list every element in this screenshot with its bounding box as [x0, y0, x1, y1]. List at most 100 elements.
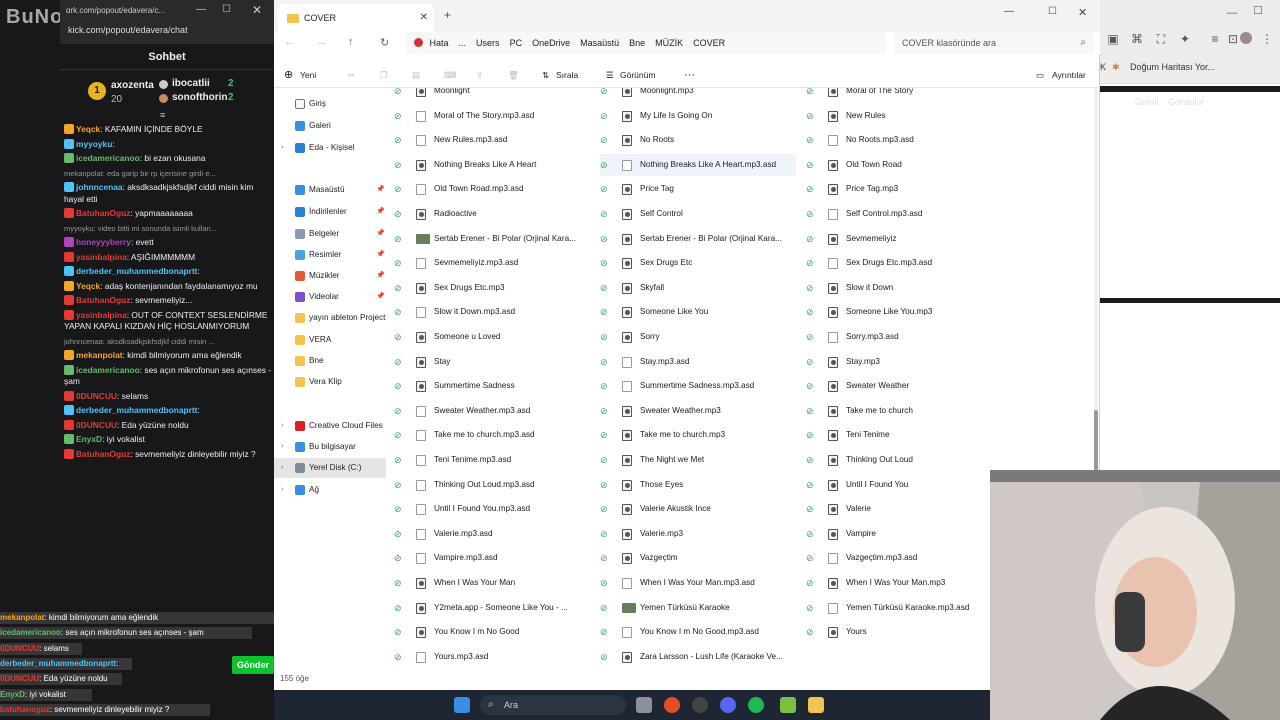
puzzle-icon[interactable]: ✦: [1178, 32, 1192, 46]
breadcrumb-item[interactable]: Masaüstü: [580, 38, 619, 48]
file-item[interactable]: ⊘ Valerie.mp3: [600, 523, 796, 545]
images-link[interactable]: Görseller: [1168, 97, 1205, 107]
close-tab-icon[interactable]: ✕: [420, 4, 428, 32]
file-item[interactable]: ⊘ Sorry: [600, 326, 796, 348]
file-item[interactable]: ⊘ Summertime Sadness.mp3.asd: [600, 375, 796, 397]
send-button[interactable]: Gönder: [232, 656, 274, 674]
task-view-icon[interactable]: [636, 697, 652, 713]
chat-username[interactable]: 0DUNCUU: [76, 420, 117, 430]
chat-username[interactable]: derbeder_muhammedbonaprtt: [76, 266, 197, 276]
nav-item[interactable]: › Yerel Disk (C:): [274, 458, 386, 478]
file-item[interactable]: ⊘ Price Tag: [600, 178, 796, 200]
file-item[interactable]: ⊘ Slow it Down.mp3.asd: [394, 301, 590, 323]
file-item[interactable]: ⊘ Self Control.mp3.asd: [806, 203, 1002, 225]
tab-cover[interactable]: COVER ✕: [278, 4, 434, 32]
expand-arrow-icon[interactable]: ›: [281, 480, 283, 500]
breadcrumb-item[interactable]: Users: [476, 38, 500, 48]
ableton-icon[interactable]: [780, 697, 796, 713]
search-input[interactable]: COVER klasöründe ara ⌕: [894, 32, 1094, 54]
obs-icon[interactable]: [692, 697, 708, 713]
file-item[interactable]: ⊘ Vampire: [806, 523, 1002, 545]
file-item[interactable]: ⊘ Vampire.mp3.asd: [394, 547, 590, 569]
file-item[interactable]: ⊘ Slow it Down: [806, 277, 1002, 299]
more-options-button[interactable]: ···: [684, 62, 695, 88]
breadcrumb-item[interactable]: PC: [510, 38, 523, 48]
nav-item[interactable]: Masaüstü 📌: [274, 180, 386, 200]
file-item[interactable]: ⊘ When I Was Your Man: [394, 572, 590, 594]
breadcrumb-item[interactable]: ...: [459, 38, 467, 48]
pin-icon[interactable]: 📌: [376, 224, 385, 244]
copy-icon[interactable]: ❐: [380, 62, 388, 88]
rename-icon[interactable]: ⌨: [444, 62, 456, 88]
file-item[interactable]: ⊘ Yemen Türküsü Karaoke: [600, 597, 796, 619]
breadcrumb-item[interactable]: Hata: [430, 38, 449, 48]
back-icon[interactable]: ←: [284, 36, 295, 48]
file-item[interactable]: ⊘ Take me to church.mp3: [600, 424, 796, 446]
chat-username[interactable]: honeyyyberry: [76, 237, 131, 247]
pin-icon[interactable]: 📌: [376, 180, 385, 200]
chat-username[interactable]: yasinbalpina: [76, 252, 127, 262]
chat-username[interactable]: icedamericanoo: [76, 153, 140, 163]
file-item[interactable]: ⊘ Old Town Road: [806, 154, 1002, 176]
chat-username[interactable]: EnyxD: [76, 434, 102, 444]
nav-item[interactable]: › Eda - Kişisel: [274, 138, 386, 158]
expand-arrow-icon[interactable]: ›: [281, 138, 283, 158]
extension-icon[interactable]: ▣: [1106, 32, 1120, 46]
breadcrumb-item[interactable]: COVER: [693, 38, 725, 48]
file-item[interactable]: ⊘ Stay.mp3.asd: [600, 351, 796, 373]
chat-username[interactable]: 0DUNCUU: [76, 391, 117, 401]
chat-username[interactable]: derbeder_muhammedbonaprtt: [76, 405, 197, 415]
nav-item[interactable]: yayın ableton Project: [274, 308, 386, 328]
capture-icon[interactable]: ⛶: [1154, 32, 1168, 46]
expand-arrow-icon[interactable]: ›: [281, 458, 283, 478]
file-item[interactable]: ⊘ Sweater Weather.mp3.asd: [394, 400, 590, 422]
chat-username[interactable]: myyoyku: [76, 139, 112, 149]
close-icon[interactable]: ✕: [252, 3, 262, 17]
file-item[interactable]: ⊘ Stay: [394, 351, 590, 373]
nav-item[interactable]: Belgeler 📌: [274, 224, 386, 244]
menu-icon[interactable]: ⋮: [1260, 32, 1274, 46]
reply-reference[interactable]: myyoyku: video bitti mi sonunda isimli k…: [64, 224, 217, 233]
up-icon[interactable]: ↑: [348, 36, 354, 48]
file-item[interactable]: ⊘ New Rules.mp3.asd: [394, 129, 590, 151]
file-item[interactable]: ⊘ You Know I m No Good.mp3.asd: [600, 621, 796, 643]
maximize-icon[interactable]: ☐: [222, 4, 231, 15]
file-item[interactable]: ⊘ Valerie.mp3.asd: [394, 523, 590, 545]
expand-icon[interactable]: ≡: [160, 110, 165, 120]
new-tab-icon[interactable]: +: [444, 8, 451, 22]
file-item[interactable]: ⊘ Zara Larsson - Lush Life (Karaoke Ve...: [600, 646, 796, 668]
file-item[interactable]: ⊘ Yemen Türküsü Karaoke.mp3.asd: [806, 597, 1002, 619]
paste-icon[interactable]: ▤: [412, 62, 420, 88]
file-item[interactable]: ⊘ Someone Like You: [600, 301, 796, 323]
file-item[interactable]: ⊘ Take me to church: [806, 400, 1002, 422]
file-item[interactable]: ⊘ Teni Tenime: [806, 424, 1002, 446]
file-item[interactable]: ⊘ Sex Drugs Etc.mp3: [394, 277, 590, 299]
chat-username[interactable]: Yeqck: [76, 281, 100, 291]
minimize-icon[interactable]: —: [1004, 6, 1014, 17]
reply-reference[interactable]: mekanpolat: eda garip bir rp içerisine g…: [64, 169, 216, 178]
sort-icon[interactable]: ⇅: [542, 62, 549, 88]
file-item[interactable]: ⊘ Sorry.mp3.asd: [806, 326, 1002, 348]
chat-username[interactable]: Yeqck: [76, 124, 100, 134]
file-item[interactable]: ⊘ Until I Found You: [806, 474, 1002, 496]
chat-username[interactable]: yasinbalpina: [76, 310, 127, 320]
file-item[interactable]: ⊘ Sevmemeliyiz.mp3.asd: [394, 252, 590, 274]
file-item[interactable]: ⊘ Sweater Weather.mp3: [600, 400, 796, 422]
chat-username[interactable]: johnncenaa: [76, 182, 123, 192]
share-icon[interactable]: ⇪: [476, 62, 483, 88]
file-item[interactable]: ⊘ Sevmemeliyiz: [806, 228, 1002, 250]
nav-item[interactable]: Giriş: [274, 94, 386, 114]
scrollbar-thumb[interactable]: [1094, 410, 1098, 474]
minimize-icon[interactable]: —: [196, 4, 206, 15]
file-item[interactable]: ⊘ Nothing Breaks Like A Heart.mp3.asd: [600, 153, 796, 176]
file-item[interactable]: ⊘ Moonlight: [394, 88, 590, 102]
breadcrumb[interactable]: Hata... Users PC OneDrive Masaüstü Bne MÜZİK CO…: [406, 32, 886, 54]
nav-item[interactable]: Videolar 📌: [274, 287, 386, 307]
nav-item[interactable]: VERA: [274, 330, 386, 350]
file-item[interactable]: ⊘ Self Control: [600, 203, 796, 225]
file-item[interactable]: ⊘ Price Tag.mp3: [806, 178, 1002, 200]
file-item[interactable]: ⊘ Thinking Out Loud: [806, 449, 1002, 471]
file-item[interactable]: ⊘ Sertab Erener - Bi Polar (Orjinal Kara.…: [600, 228, 796, 250]
avatar[interactable]: [1240, 32, 1252, 44]
file-item[interactable]: ⊘ Valerie: [806, 498, 1002, 520]
